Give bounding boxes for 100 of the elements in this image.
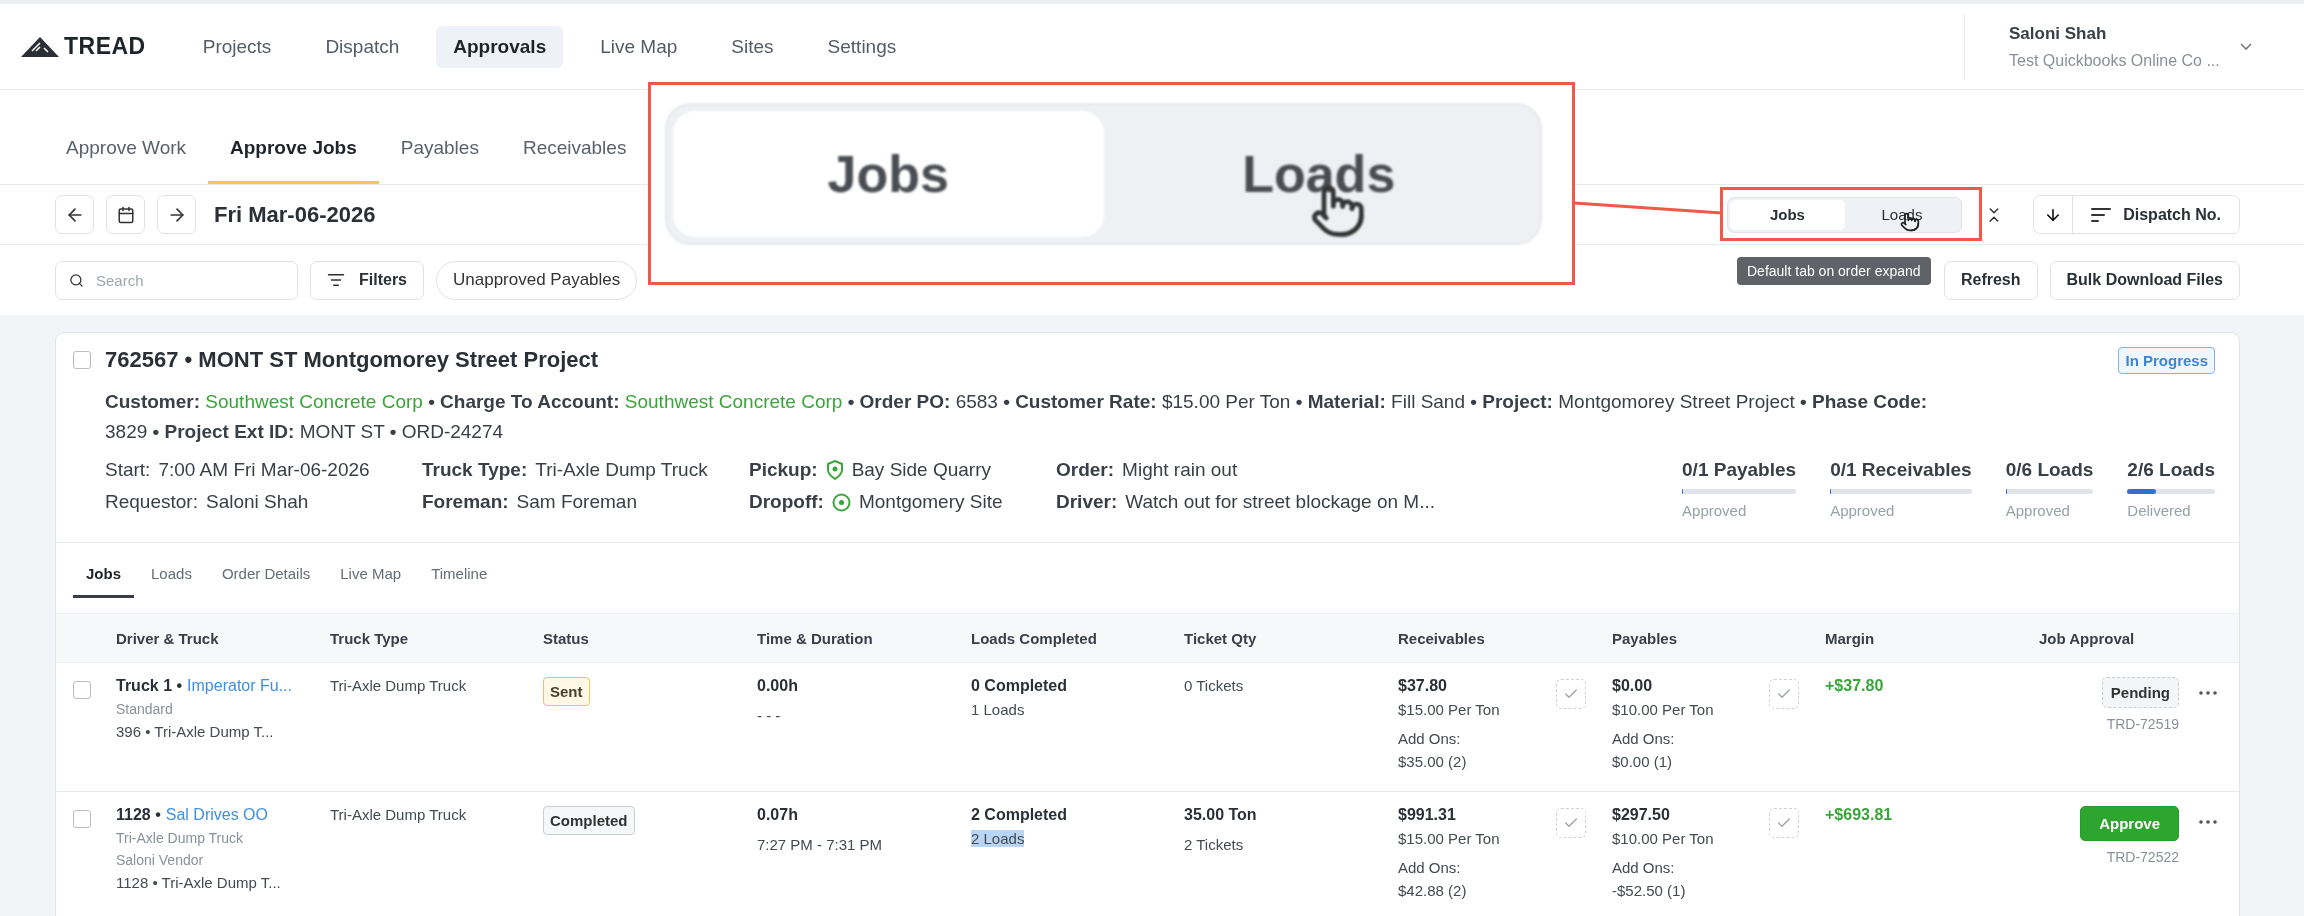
order-title: 762567 • MONT ST Montgomorey Street Project [105,347,599,373]
zoomed-option: Jobs [673,111,1104,237]
vehicle-text: 396 • Tri-Axle Dump T... [116,723,275,740]
column-header: Payables [1612,629,1679,647]
column-header: Margin [1825,629,1876,647]
refresh-button[interactable]: Refresh [1943,260,2038,300]
payables-total: $0.00 [1612,677,1654,695]
zoomed-option: Loads [1103,111,1534,237]
receivables-total: $37.80 [1398,677,1448,695]
detail-label: Truck Type: [422,459,528,481]
order-tab[interactable]: Jobs [73,565,134,598]
truck-type: Tri-Axle Dump Truck [330,677,468,694]
nav-item[interactable]: Projects [185,25,289,68]
truck-type: Tri-Axle Dump Truck [330,806,468,823]
add-ons-amount: $35.00 (2) [1398,753,1468,770]
view-option[interactable]: Jobs [1730,199,1845,230]
filter-chip[interactable]: Unapproved Payables [436,260,638,300]
approval-button[interactable]: Pending [2101,677,2179,708]
add-ons-label: Add Ons: [1612,730,1676,747]
detail-value: Sam Foreman [516,491,637,513]
time-range: 7:27 PM - 7:31 PM [757,836,884,853]
detail-value: 7:00 AM Fri Mar-06-2026 [158,459,370,481]
order-tab[interactable]: Timeline [418,565,501,598]
driver-detail: Tri-Axle Dump Truck [116,830,245,846]
date-text: Fri Mar-06-2026 [214,201,376,228]
add-ons-label: Add Ons: [1398,859,1462,876]
user-name: Saloni Shah [2009,23,2108,44]
section-tab[interactable]: Payables [378,137,501,184]
nav-item[interactable]: Dispatch [308,25,417,68]
add-ons-amount: -$52.50 (1) [1612,882,1687,899]
filters-button[interactable]: Filters [310,260,424,300]
order-tab[interactable]: Loads [138,565,205,598]
detail-value: Montgomery Site [858,491,1003,513]
add-ons-label: Add Ons: [1612,859,1676,876]
detail-value: Bay Side Quarry [851,459,992,481]
nav-item[interactable]: Sites [714,25,791,68]
column-header: Time & Duration [757,629,874,647]
logo-text: TREAD [64,33,146,60]
column-header: Driver & Truck [116,629,220,647]
add-ons-amount: $0.00 (1) [1612,753,1674,770]
stat-value: 2/6 Loads [2127,459,2215,481]
loads-count: 1 Loads [971,701,1025,718]
driver-link[interactable]: Sal Drives OO [165,806,268,824]
user-menu[interactable]: Saloni Shah Test Quickbooks Online Co ... [1964,13,2284,80]
loads-count: 2 Loads [971,830,1025,847]
status-tag: In Progress [2118,346,2215,374]
column-header: Status [543,629,590,647]
detail-value: Tri-Axle Dump Truck [535,459,708,481]
section-tab[interactable]: Approve Work [44,137,209,184]
tooltip: Default tab on order expand [1737,257,1931,285]
stat-caption: Approved [1830,502,1896,519]
bulk-download-button[interactable]: Bulk Download Files [2049,260,2240,300]
rate-text: $10.00 Per Ton [1612,701,1715,718]
detail-label: Driver: [1056,491,1118,513]
stat-value: 0/1 Payables [1682,459,1797,481]
stat-caption: Approved [1682,502,1748,519]
detail-label: Start: [105,459,151,481]
detail-label: Foreman: [422,491,509,513]
truck-number: 1128 • [116,806,161,824]
section-tab[interactable]: Receivables [500,137,649,184]
search-field[interactable]: Search [55,260,298,300]
column-header: Truck Type [330,629,410,647]
order-tab[interactable]: Live Map [327,565,415,598]
margin-value: +$693.81 [1825,806,1894,824]
loads-completed: 0 Completed [971,677,1068,695]
detail-value: Saloni Shah [205,491,309,513]
detail-value: Might rain out [1122,459,1238,481]
ticket-count: 2 Tickets [1184,836,1245,853]
driver-detail: Standard [116,701,174,717]
driver-detail: Saloni Vendor [116,852,205,868]
detail-label: Order: [1056,459,1115,481]
rate-text: $15.00 Per Ton [1398,701,1501,718]
add-ons-amount: $42.88 (2) [1398,882,1468,899]
add-ons-label: Add Ons: [1398,730,1462,747]
section-tab[interactable]: Approve Jobs [208,137,379,184]
nav-item[interactable]: Approvals [436,25,564,68]
column-header: Job Approval [2039,629,2136,647]
ticket-id: TRD-72519 [2106,716,2179,732]
order-tab[interactable]: Order Details [208,565,324,598]
time-range: - - - [757,707,782,724]
stat-value: 0/1 Receivables [1830,459,1972,481]
payables-total: $297.50 [1612,806,1671,824]
stat-value: 0/6 Loads [2005,459,2094,481]
truck-number: Truck 1 • [116,677,183,695]
margin-value: +$37.80 [1825,677,1885,695]
nav-item[interactable]: Settings [810,25,914,68]
status-tag: Completed [543,806,635,835]
rate-text: $10.00 Per Ton [1612,830,1715,847]
detail-label: Pickup: [749,459,818,481]
order-summary: Customer: Southwest Concrete Corp • Charge To Account: Southwest Concrete Corp • Order PO: 6583 • Customer Rate: $15.00 Per Ton • Material: Fill Sand • Project: Montgomorey Street Project • Phase Code: 3829 • Project Ext ID: MONT ST • ORD-24274 [105,390,1929,444]
column-header: Ticket Qty [1184,629,1258,647]
detail-value: Watch out for street blockage on M... [1125,491,1436,513]
detail-label: Dropoff: [749,491,824,513]
receivables-total: $991.31 [1398,806,1457,824]
nav-item[interactable]: Live Map [583,25,695,68]
column-header: Receivables [1398,629,1486,647]
duration-text: 0.00h [757,677,799,695]
ticket-quantity: 35.00 Ton [1184,806,1258,824]
stat-caption: Approved [2005,502,2071,519]
ticket-id: TRD-72522 [2106,849,2179,865]
